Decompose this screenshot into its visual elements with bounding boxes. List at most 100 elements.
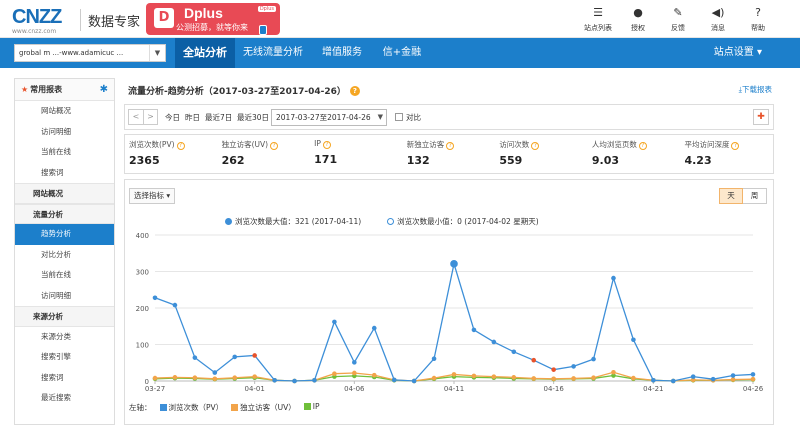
sidebar-head-label: 常用报表 [30, 85, 63, 94]
help-icon[interactable]: ? [176, 142, 185, 150]
data-point-uv [511, 375, 517, 380]
legend-ip[interactable]: IP [303, 402, 320, 413]
site-list-button[interactable]: ☰ 站点列表 [578, 6, 618, 33]
date-toolbar: < > 今日 昨日 最近7日 最近30日 2017-03-27至2017-04-… [124, 104, 774, 130]
main-nav: grobal m ...-www.adamicuc ... ▼ 全站分析 无线流… [0, 38, 800, 68]
help-icon[interactable]: ? [349, 86, 360, 96]
metric-card: 独立访客(UV)? 262 [218, 135, 311, 173]
data-point-pv [571, 364, 576, 369]
cnzz-logo[interactable]: CNZZ [12, 6, 62, 29]
data-point-uv [332, 371, 337, 376]
data-point-pv [371, 325, 377, 331]
feedback-label: 反馈 [671, 24, 685, 32]
data-point-pv [491, 339, 497, 345]
data-point-uv [591, 375, 596, 381]
data-point-uv [172, 375, 178, 380]
data-point-pv [591, 356, 596, 362]
compare-label: 对比 [406, 113, 421, 122]
sidebar-item[interactable]: 最近搜索 [15, 388, 114, 409]
help-icon[interactable]: ? [270, 142, 279, 150]
legend-pv[interactable]: 浏览次数（PV） [159, 402, 223, 413]
data-point-uv [192, 375, 198, 381]
data-point-pv [611, 275, 616, 281]
metric-label: 访问次数 [499, 140, 530, 149]
metric-card: 访问次数? 559 [495, 135, 588, 173]
next-arrow-icon[interactable]: > [142, 110, 157, 124]
tab-full-site[interactable]: 全站分析 [175, 38, 235, 68]
sidebar-item[interactable]: 搜索词 [15, 368, 114, 389]
data-point-uv [571, 376, 576, 381]
sidebar-item[interactable]: 访问明细 [15, 122, 114, 143]
data-point-pv [670, 378, 676, 384]
sidebar-item[interactable]: 当前在线 [15, 265, 114, 286]
metric-card: IP? 171 [310, 135, 403, 173]
messages-button[interactable]: ◀) 消息 [698, 6, 738, 33]
legend-axis-label: 左轴： [129, 403, 152, 412]
data-point-pv [312, 377, 317, 383]
help-icon: ? [755, 6, 761, 19]
compare-checkbox[interactable]: 对比 [395, 105, 421, 131]
site-select[interactable]: grobal m ...-www.adamicuc ... ▼ [14, 44, 166, 62]
checkbox-icon [395, 113, 403, 121]
help-icon[interactable]: ? [446, 142, 455, 150]
prev-arrow-icon[interactable]: < [129, 110, 143, 124]
help-label: 帮助 [751, 24, 765, 32]
authorize-button[interactable]: ● 授权 [618, 6, 658, 33]
metric-card: 新独立访客? 132 [403, 135, 496, 173]
data-point-pv [212, 370, 218, 375]
sidebar-item[interactable]: 来源分类 [15, 327, 114, 348]
last7-link[interactable]: 最近7日 [205, 105, 232, 131]
help-icon[interactable]: ? [322, 141, 331, 149]
data-point-uv [371, 372, 377, 378]
sidebar-group-header[interactable]: 来源分析 [15, 306, 114, 327]
metric-value: 2365 [129, 154, 160, 167]
tab-wireless[interactable]: 无线流量分析 [235, 38, 311, 68]
x-tick-label: 04-21 [643, 385, 663, 393]
metric-value: 132 [406, 154, 430, 167]
ip-swatch-icon [303, 403, 311, 410]
sidebar-item[interactable]: 对比分析 [15, 245, 114, 266]
data-point-uv [551, 376, 556, 382]
feedback-button[interactable]: ✎ 反馈 [658, 6, 698, 33]
gear-icon[interactable]: ✱ [100, 79, 108, 101]
site-settings-button[interactable]: 站点设置 ▾ [714, 38, 762, 68]
download-report-button[interactable]: ⤓下载报表 [739, 84, 772, 95]
page-title: 流量分析-趋势分析（2017-03-27至2017-04-26）? [128, 84, 360, 97]
y-tick-label: 400 [136, 232, 149, 240]
help-icon[interactable]: ? [531, 142, 540, 150]
sidebar-group-header[interactable]: 流量分析 [15, 203, 114, 224]
chevron-down-icon: ▼ [377, 113, 383, 121]
authorize-label: 授权 [631, 24, 645, 32]
help-icon[interactable]: ? [731, 142, 740, 150]
site-list-label: 站点列表 [584, 24, 612, 32]
tab-finance[interactable]: 信+金融 [373, 38, 431, 68]
data-point-uv [431, 375, 437, 381]
data-point-pv [690, 374, 696, 379]
sidebar-item[interactable]: 当前在线 [15, 142, 114, 163]
sidebar-head: ★ 常用报表 ✱ [15, 79, 114, 101]
x-tick-label: 04-26 [743, 385, 764, 393]
sidebar-item[interactable]: 访问明细 [15, 286, 114, 307]
data-point-pv [750, 372, 756, 377]
tab-value-added[interactable]: 增值服务 [311, 38, 373, 68]
last30-link[interactable]: 最近30日 [237, 105, 269, 131]
sidebar-item[interactable]: 搜索词 [15, 163, 114, 184]
legend-uv[interactable]: 独立访客（UV） [231, 402, 296, 413]
pin-button[interactable]: ✚ [753, 109, 769, 125]
data-point-pv [411, 378, 417, 384]
date-range-picker[interactable]: 2017-03-27至2017-04-26 ▼ [271, 109, 387, 126]
data-point-uv [212, 376, 218, 382]
sidebar-group-header[interactable]: 网站概况 [15, 183, 114, 204]
data-point-uv [252, 374, 257, 379]
sidebar-item[interactable]: 趋势分析 [15, 224, 114, 245]
yesterday-link[interactable]: 昨日 [185, 105, 200, 131]
data-point-pv [551, 367, 556, 372]
date-range-value: 2017-03-27至2017-04-26 [276, 113, 371, 122]
metric-label: 独立访客(UV) [221, 140, 269, 149]
today-link[interactable]: 今日 [165, 105, 180, 131]
help-icon[interactable]: ? [638, 142, 647, 150]
help-button[interactable]: ? 帮助 [738, 6, 778, 33]
sidebar-item[interactable]: 搜索引擎 [15, 347, 114, 368]
sidebar-item[interactable]: 网站概况 [15, 101, 114, 122]
y-tick-label: 300 [136, 269, 149, 277]
